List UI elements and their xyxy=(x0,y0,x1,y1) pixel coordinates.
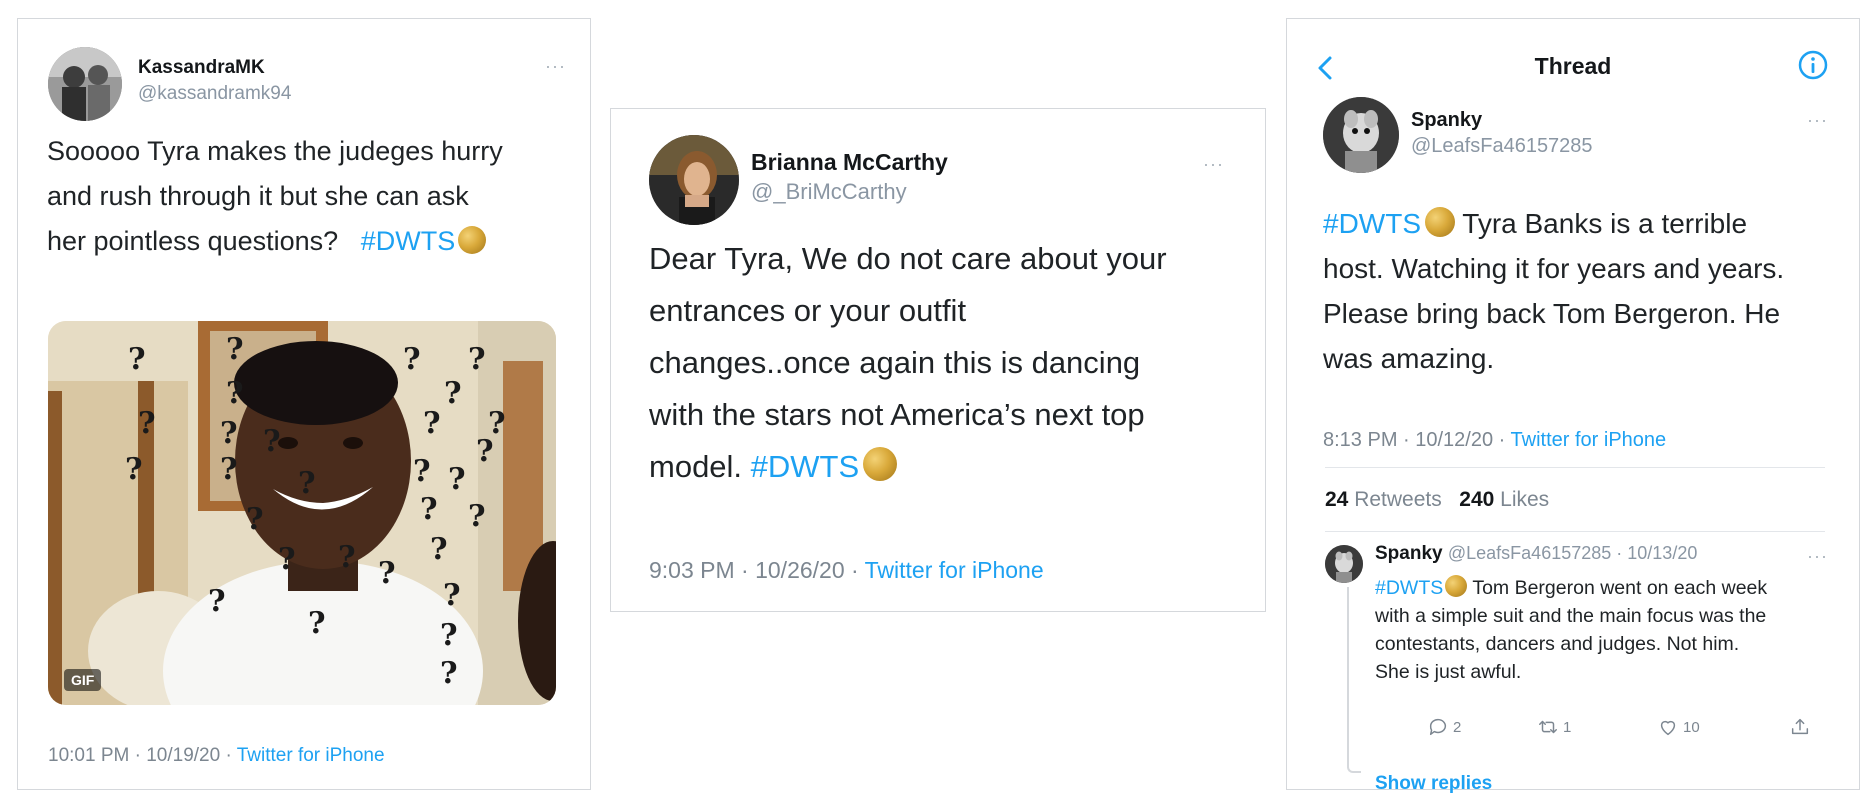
tweet-text: #DWTS Tyra Banks is a terrible host. Wat… xyxy=(1323,207,1785,374)
svg-text:?: ? xyxy=(468,342,486,377)
retweets-count[interactable]: 24 xyxy=(1325,488,1348,511)
svg-text:?: ? xyxy=(246,502,264,537)
username-handle[interactable]: @LeafsFa46157285 xyxy=(1411,135,1593,158)
source-link[interactable]: Twitter for iPhone xyxy=(865,557,1044,583)
svg-text:?: ? xyxy=(476,434,494,469)
hashtag-link[interactable]: #DWTS xyxy=(361,226,456,256)
tweet-meta: 9:03 PM · 10/26/20 · Twitter for iPhone xyxy=(649,557,1044,583)
avatar[interactable] xyxy=(1323,97,1399,173)
like-button[interactable]: 10 xyxy=(1657,716,1700,738)
retweet-button[interactable]: 1 xyxy=(1537,716,1571,738)
display-name[interactable]: Brianna McCarthy xyxy=(751,149,948,176)
likes-label[interactable]: Likes xyxy=(1500,488,1549,511)
reply-icon xyxy=(1429,718,1447,736)
tweet-text: Dear Tyra, We do not care about your ent… xyxy=(649,241,1167,484)
tweet-meta: 8:13 PM · 10/12/20 · Twitter for iPhone xyxy=(1323,429,1667,451)
svg-text:?: ? xyxy=(128,342,146,377)
reply-button[interactable]: 2 xyxy=(1427,716,1461,738)
svg-text:?: ? xyxy=(403,342,421,377)
reply-actions: 2 1 10 xyxy=(1427,716,1827,744)
svg-text:?: ? xyxy=(308,606,326,641)
source-link[interactable]: Twitter for iPhone xyxy=(1511,429,1667,451)
display-name[interactable]: KassandraMK xyxy=(138,57,265,79)
thread-card: Thread Spanky @LeafsFa46157285 ··· #DWTS… xyxy=(1286,18,1860,794)
gif-media[interactable]: ???? ???? ???? ???? ???? ???? ???? ? GIF xyxy=(48,321,556,705)
divider xyxy=(1325,467,1825,468)
svg-text:?: ? xyxy=(226,376,244,411)
page-title: Thread xyxy=(1534,53,1612,79)
likes-count[interactable]: 240 xyxy=(1459,488,1494,511)
svg-text:?: ? xyxy=(443,578,461,613)
svg-text:?: ? xyxy=(440,656,458,691)
display-name[interactable]: Spanky xyxy=(1375,543,1443,564)
username-handle[interactable]: @kassandramk94 xyxy=(138,83,291,105)
svg-text:?: ? xyxy=(338,540,356,575)
username-handle[interactable]: @_BriMcCarthy xyxy=(751,179,907,205)
svg-text:?: ? xyxy=(220,416,238,451)
more-options-icon[interactable]: ··· xyxy=(1807,547,1828,565)
avatar[interactable] xyxy=(649,135,739,225)
hashtag-link[interactable]: #DWTS xyxy=(1323,208,1421,239)
handle-date[interactable]: @LeafsFa46157285 · 10/13/20 xyxy=(1448,543,1697,563)
svg-text:?: ? xyxy=(298,466,316,501)
retweets-label[interactable]: Retweets xyxy=(1354,488,1442,511)
hashtag-link[interactable]: #DWTS xyxy=(1375,577,1443,599)
display-name[interactable]: Spanky xyxy=(1411,109,1482,132)
svg-text:?: ? xyxy=(378,556,396,591)
svg-text:?: ? xyxy=(278,542,296,577)
tweet-text: Sooooo Tyra makes the judeges hurry and … xyxy=(47,136,503,256)
show-replies-link[interactable]: Show replies xyxy=(1375,773,1492,795)
gif-badge: GIF xyxy=(64,669,102,691)
svg-text:?: ? xyxy=(420,492,438,527)
divider xyxy=(1325,531,1825,532)
svg-text:?: ? xyxy=(263,424,281,459)
gold-medal-emoji xyxy=(863,447,898,481)
engagement-stats: 24 Retweets 240 Likes xyxy=(1325,488,1549,512)
source-link[interactable]: Twitter for iPhone xyxy=(237,745,385,766)
svg-text:?: ? xyxy=(430,532,448,567)
avatar[interactable] xyxy=(48,47,122,121)
share-button[interactable] xyxy=(1789,716,1811,738)
tweet-meta: 10:01 PM · 10/19/20 · Twitter for iPhone xyxy=(48,745,385,766)
svg-text:?: ? xyxy=(448,462,466,497)
avatar[interactable] xyxy=(1325,545,1363,583)
gold-medal-emoji xyxy=(458,226,487,254)
reply-text: #DWTS Tom Bergeron went on each week wit… xyxy=(1375,575,1768,683)
tweet-card-brianna[interactable]: Brianna McCarthy @_BriMcCarthy ··· Dear … xyxy=(610,108,1266,612)
retweet-icon xyxy=(1539,720,1557,734)
svg-text:?: ? xyxy=(423,406,441,441)
svg-text:?: ? xyxy=(125,452,143,487)
svg-text:?: ? xyxy=(468,499,486,534)
svg-text:?: ? xyxy=(220,452,238,487)
svg-text:?: ? xyxy=(226,332,244,367)
more-options-icon[interactable]: ··· xyxy=(1807,111,1828,129)
more-options-icon[interactable]: ··· xyxy=(1203,155,1224,173)
heart-icon xyxy=(1660,720,1676,736)
thread-connector xyxy=(1347,587,1361,773)
svg-text:?: ? xyxy=(440,618,458,653)
svg-text:?: ? xyxy=(444,376,462,411)
share-icon xyxy=(1791,718,1809,735)
hashtag-link[interactable]: #DWTS xyxy=(751,449,860,484)
info-icon[interactable] xyxy=(1797,49,1829,81)
gold-medal-emoji xyxy=(1445,575,1468,597)
gold-medal-emoji xyxy=(1425,207,1455,237)
reply-header: Spanky @LeafsFa46157285 · 10/13/20 xyxy=(1375,543,1697,565)
more-options-icon[interactable]: ··· xyxy=(545,57,566,75)
svg-text:?: ? xyxy=(413,454,431,489)
svg-text:?: ? xyxy=(208,584,226,619)
svg-text:?: ? xyxy=(138,406,156,441)
tweet-card-kassandra[interactable]: KassandraMK @kassandramk94 ··· Sooooo Ty… xyxy=(17,18,591,790)
